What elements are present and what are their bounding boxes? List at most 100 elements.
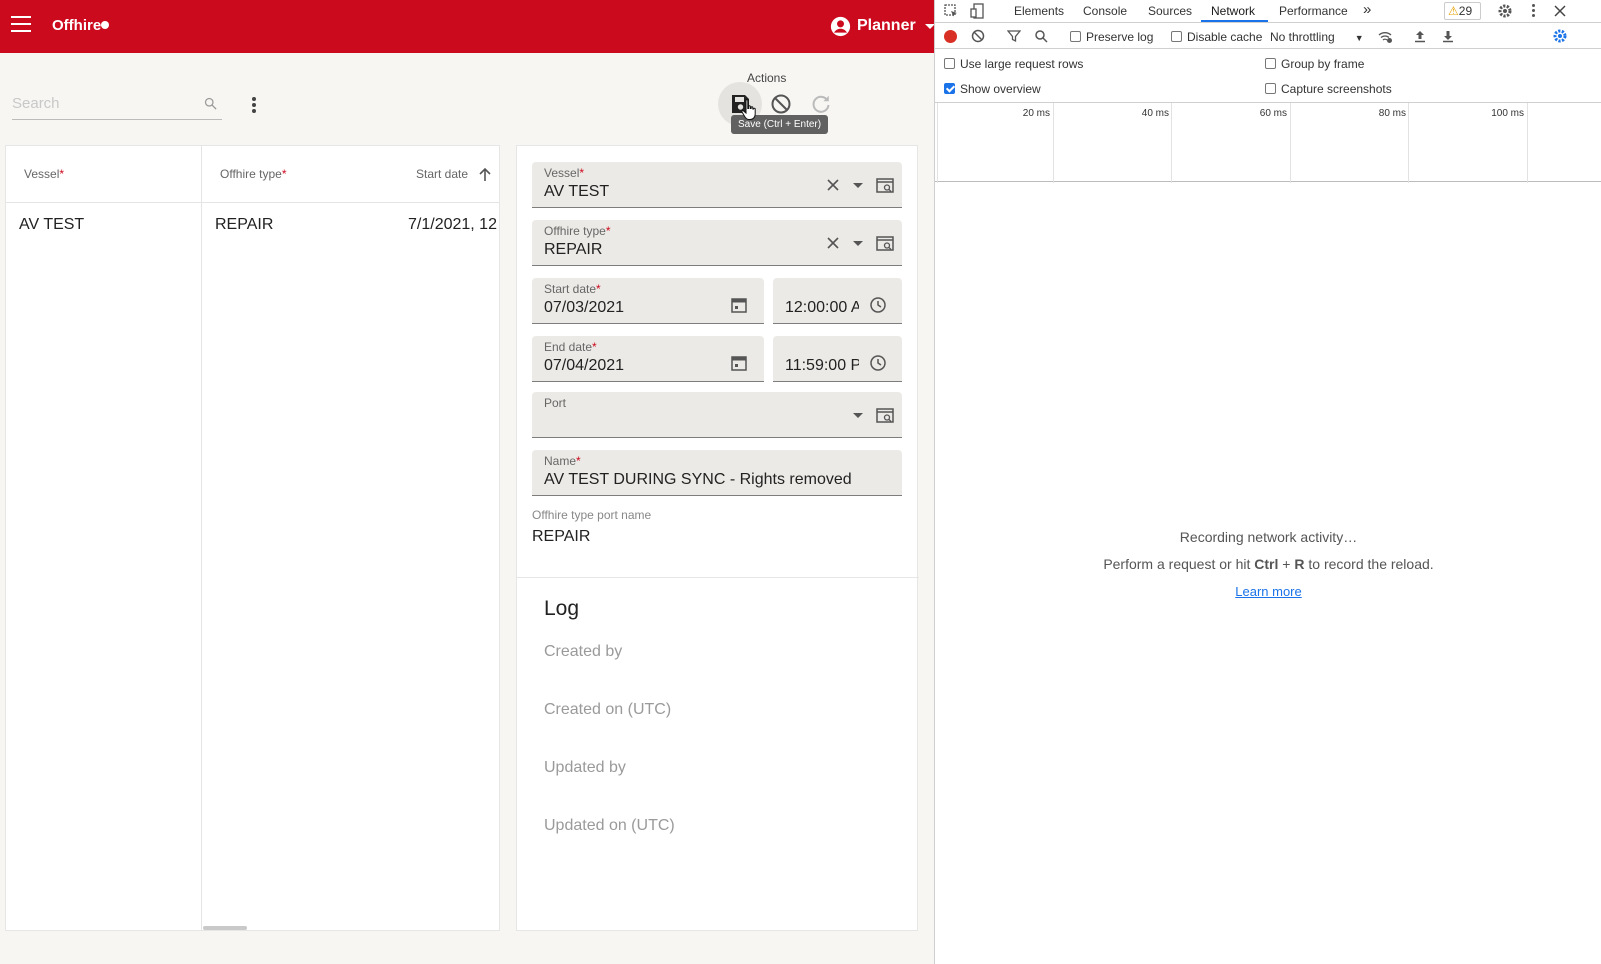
horizontal-scrollbar[interactable] (203, 926, 247, 930)
tab-console[interactable]: Console (1083, 4, 1127, 18)
offhire-type-port-name: Offhire type port name REPAIR (532, 508, 651, 546)
disable-cache-checkbox[interactable]: Disable cache (1171, 30, 1262, 44)
timeline-tick-label: 60 ms (1259, 108, 1287, 119)
tab-elements[interactable]: Elements (1014, 4, 1064, 18)
tab-performance[interactable]: Performance (1279, 4, 1348, 18)
end-time-field[interactable]: 11:59:00 P (773, 336, 902, 382)
refresh-icon (812, 95, 830, 113)
clear-icon[interactable] (826, 236, 840, 250)
tab-network[interactable]: Network (1211, 4, 1255, 18)
port-field[interactable]: Port (532, 392, 902, 438)
warnings-badge[interactable]: ⚠29 (1444, 2, 1481, 20)
timeline-gridline (1408, 103, 1409, 183)
preserve-log-checkbox[interactable]: Preserve log (1070, 30, 1153, 44)
lookup-icon[interactable] (876, 178, 894, 194)
app-header: Offhire Planner (0, 0, 957, 53)
vessel-value: AV TEST (544, 183, 610, 200)
dropdown-arrow-icon[interactable] (853, 413, 863, 418)
log-updated-on: Updated on (UTC) (544, 817, 675, 834)
cell-vessel[interactable]: AV TEST (19, 216, 84, 234)
device-toolbar-icon[interactable] (970, 3, 985, 19)
capture-screenshots-label: Capture screenshots (1281, 82, 1392, 96)
devtools-panel: Elements Console Sources Network Perform… (934, 0, 1601, 964)
offhire-detail-form: Vessel* AV TEST Offhire type* REPAIR Sta… (516, 145, 919, 931)
chevron-down-icon: ▼ (1354, 33, 1364, 43)
cell-offhire-type[interactable]: REPAIR (215, 216, 273, 234)
group-by-frame-label: Group by frame (1281, 57, 1365, 71)
learn-more-link[interactable]: Learn more (935, 584, 1601, 599)
unsaved-indicator-dot (101, 21, 109, 29)
sort-ascending-icon[interactable] (478, 166, 492, 182)
filter-icon[interactable] (1007, 29, 1021, 43)
search-input[interactable] (12, 91, 192, 112)
export-har-icon[interactable] (1441, 29, 1455, 43)
end-date-field[interactable]: End date* 07/04/2021 (532, 336, 764, 382)
more-tabs-icon[interactable]: » (1363, 1, 1371, 18)
network-overview-timeline[interactable]: 20 ms 40 ms 60 ms 80 ms 100 ms (935, 102, 1601, 183)
required-marker: * (281, 167, 287, 181)
throttling-value: No throttling (1270, 30, 1335, 44)
log-created-by: Created by (544, 643, 623, 660)
hand-pointer-cursor-icon (741, 99, 756, 120)
group-by-frame-checkbox[interactable]: Group by frame (1265, 57, 1364, 71)
app-title: Offhire (52, 17, 102, 34)
field-label: Offhire type port name (532, 508, 652, 522)
import-har-icon[interactable] (1413, 29, 1427, 43)
capture-screenshots-checkbox[interactable]: Capture screenshots (1265, 82, 1392, 96)
close-devtools-icon[interactable] (1554, 5, 1566, 17)
log-updated-by: Updated by (544, 759, 626, 776)
warning-count: 29 (1458, 4, 1473, 18)
large-rows-checkbox[interactable]: Use large request rows (944, 57, 1083, 71)
dropdown-arrow-icon[interactable] (853, 183, 863, 188)
refresh-button[interactable] (809, 92, 833, 116)
show-overview-checkbox[interactable]: Show overview (944, 82, 1041, 96)
calendar-icon[interactable] (730, 354, 748, 372)
timeline-gridline (1053, 103, 1054, 183)
tab-sources[interactable]: Sources (1148, 4, 1192, 18)
required-marker: * (59, 167, 65, 181)
end-date-value: 07/04/2021 (544, 357, 625, 374)
column-header-label: Start date (416, 167, 469, 181)
start-date-field[interactable]: Start date* 07/03/2021 (532, 278, 764, 324)
clock-icon[interactable] (869, 296, 887, 314)
search-icon[interactable] (1034, 29, 1048, 43)
start-time-field[interactable]: 12:00:00 A (773, 278, 902, 324)
name-field[interactable]: Name* AV TEST DURING SYNC - Rights remov… (532, 450, 902, 496)
column-header-offhire-type[interactable]: Offhire type* (220, 146, 286, 202)
customize-menu-icon[interactable] (1532, 4, 1535, 17)
search-field[interactable] (12, 91, 222, 120)
disable-cache-label: Disable cache (1187, 30, 1263, 44)
section-divider (517, 577, 919, 578)
settings-gear-icon[interactable] (1497, 3, 1513, 19)
network-settings-gear-icon[interactable] (1552, 28, 1568, 44)
vessel-field[interactable]: Vessel* AV TEST (532, 162, 902, 208)
lookup-icon[interactable] (876, 236, 894, 252)
clear-icon[interactable] (826, 178, 840, 192)
end-time-value: 11:59:00 P (785, 357, 859, 374)
cancel-button[interactable] (769, 92, 793, 116)
log-section-title: Log (544, 597, 580, 620)
offhire-type-value: REPAIR (544, 241, 603, 258)
clock-icon[interactable] (869, 354, 887, 372)
user-menu-button[interactable]: Planner (830, 13, 935, 39)
network-conditions-icon[interactable] (1377, 28, 1393, 44)
inspect-element-icon[interactable] (944, 4, 959, 19)
lookup-icon[interactable] (876, 408, 894, 424)
throttling-select[interactable]: No throttling ▼ (1270, 30, 1364, 44)
start-date-value: 07/03/2021 (544, 299, 625, 316)
timeline-gridline (1527, 103, 1528, 183)
network-toolbar: Preserve log Disable cache No throttling… (935, 24, 1601, 49)
recording-status-text: Recording network activity… (1179, 529, 1358, 545)
timeline-gridline (1171, 103, 1172, 183)
clear-log-icon[interactable] (971, 29, 985, 43)
more-options-icon[interactable] (252, 97, 258, 115)
calendar-icon[interactable] (730, 296, 748, 314)
warning-icon: ⚠ (1448, 4, 1459, 18)
offhire-type-field[interactable]: Offhire type* REPAIR (532, 220, 902, 266)
record-icon[interactable] (944, 30, 957, 43)
column-header-start-date[interactable]: Start date (416, 146, 468, 202)
column-header-vessel[interactable]: Vessel* (24, 146, 64, 202)
hamburger-menu-icon[interactable] (11, 16, 31, 32)
dropdown-arrow-icon[interactable] (853, 241, 863, 246)
cell-start-date[interactable]: 7/1/2021, 12 (408, 216, 497, 234)
